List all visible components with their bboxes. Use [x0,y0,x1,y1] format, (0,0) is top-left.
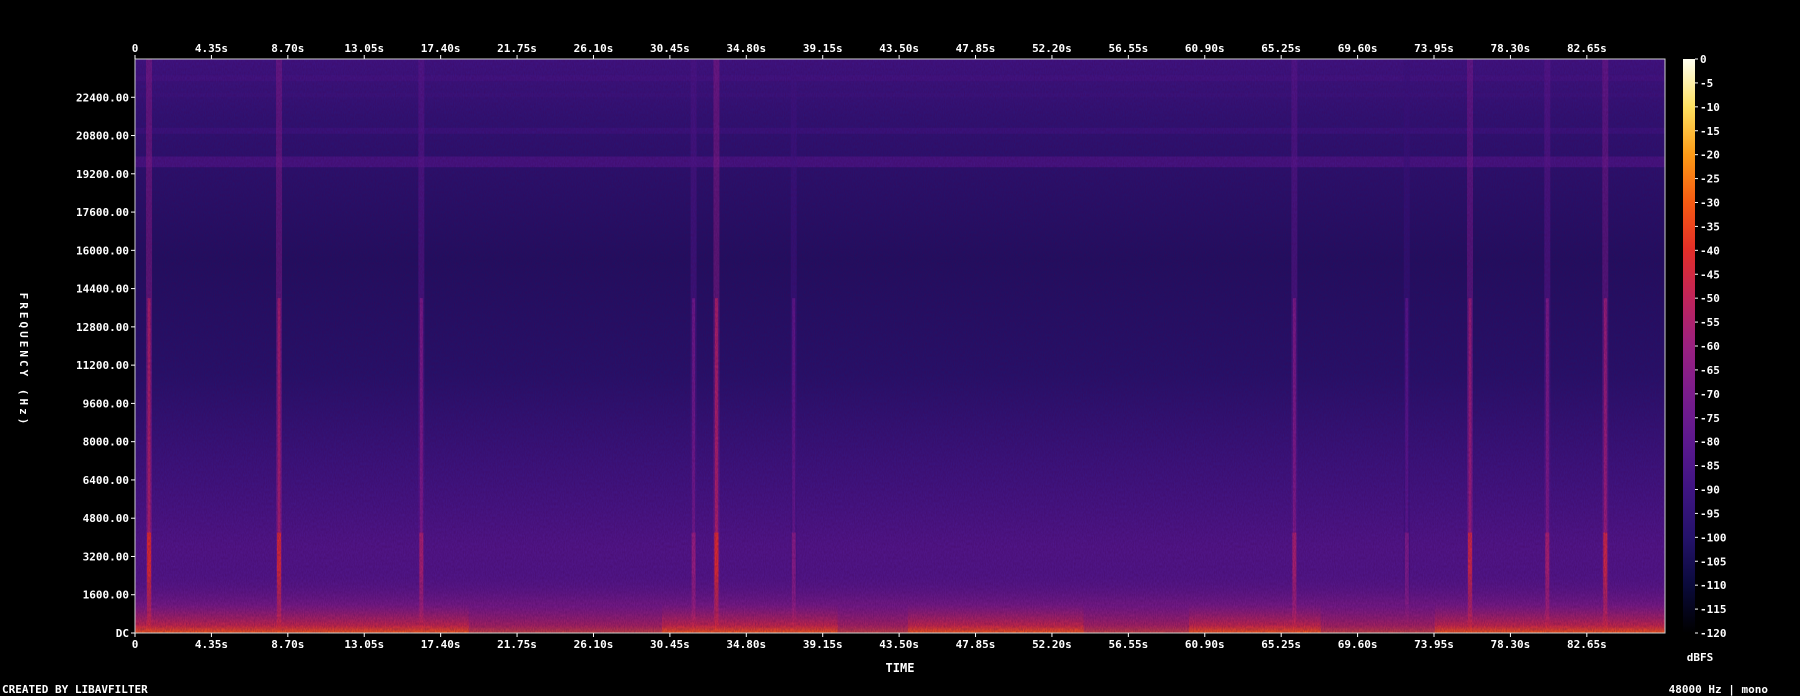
x-tick-label-bottom: 82.65s [1567,638,1607,651]
y-tick-label: 6400.00 [83,474,129,487]
y-tick-label: 1600.00 [83,589,129,602]
colorbar-tick-label: -70 [1700,388,1720,401]
colorbar-tick-label: -75 [1700,412,1720,425]
x-tick-label-top: 21.75s [497,42,537,55]
colorbar-tick-label: -120 [1700,627,1727,640]
x-tick-label-bottom: 17.40s [421,638,461,651]
x-tick-label-bottom: 4.35s [195,638,228,651]
x-tick-label-bottom: 56.55s [1108,638,1148,651]
y-tick-label: 9600.00 [83,397,129,410]
colorbar-tick-label: -110 [1700,579,1727,592]
x-tick-label-top: 56.55s [1108,42,1148,55]
x-tick-label-top: 30.45s [650,42,690,55]
x-tick-label-top: 4.35s [195,42,228,55]
y-tick-label: 17600.00 [76,206,129,219]
y-tick-label: 14400.00 [76,283,129,296]
x-tick-label-top: 52.20s [1032,42,1072,55]
x-tick-label-top: 34.80s [726,42,766,55]
x-tick-label-bottom: 60.90s [1185,638,1225,651]
x-tick-label-bottom: 39.15s [803,638,843,651]
colorbar-tick-label: -80 [1700,436,1720,449]
colorbar-tick-label: -105 [1700,555,1727,568]
colorbar-tick-label: -60 [1700,340,1720,353]
y-tick-label: 19200.00 [76,168,129,181]
x-tick-label-top: 78.30s [1491,42,1531,55]
x-tick-label-top: 0 [132,42,139,55]
colorbar-tick-label: -65 [1700,364,1720,377]
colorbar [1683,59,1695,633]
x-tick-label-bottom: 8.70s [271,638,304,651]
colorbar-tick-label: -10 [1700,101,1720,114]
colorbar-tick-label: -30 [1700,197,1720,210]
x-tick-label-top: 65.25s [1261,42,1301,55]
x-tick-label-bottom: 65.25s [1261,638,1301,651]
y-tick-label: DC [116,627,129,640]
colorbar-tick-label: -55 [1700,316,1720,329]
x-tick-label-top: 60.90s [1185,42,1225,55]
y-tick-label: 12800.00 [76,321,129,334]
x-tick-label-top: 39.15s [803,42,843,55]
colorbar-tick-label: -25 [1700,173,1720,186]
colorbar-tick-label: -5 [1700,77,1713,90]
footer-credit: CREATED BY LIBAVFILTER [2,683,148,696]
y-tick-label: 20800.00 [76,130,129,143]
x-axis-bottom: 0 4.35s 8.70s 13.05s 17.40s 21.75s 26.10s 30.45… [132,633,1607,651]
x-tick-label-top: 47.85s [956,42,996,55]
colorbar-label: dBFS [1687,651,1714,664]
x-tick-label-bottom: 52.20s [1032,638,1072,651]
footer-sample-info: 48000 Hz | mono [1669,683,1769,696]
colorbar-tick-label: -50 [1700,292,1720,305]
spectrogram-plot-area [135,59,1665,633]
y-tick-label: 22400.00 [76,91,129,104]
colorbar-tick-label: 0 [1700,53,1707,66]
x-tick-label-bottom: 34.80s [726,638,766,651]
x-tick-label-bottom: 0 [132,638,139,651]
colorbar-tick-label: -100 [1700,531,1727,544]
x-tick-label-top: 26.10s [574,42,614,55]
x-tick-label-top: 13.05s [344,42,384,55]
spectrogram-grain [135,59,1665,633]
x-tick-label-top: 73.95s [1414,42,1454,55]
y-tick-label: 11200.00 [76,359,129,372]
x-tick-label-bottom: 78.30s [1491,638,1531,651]
x-tick-label-bottom: 69.60s [1338,638,1378,651]
x-tick-label-top: 43.50s [879,42,919,55]
colorbar-tick-label: -40 [1700,244,1720,257]
x-tick-label-top: 82.65s [1567,42,1607,55]
colorbar-tick-label: -35 [1700,220,1720,233]
colorbar-tick-label: -115 [1700,603,1727,616]
y-tick-label: 4800.00 [83,512,129,525]
colorbar-ticks: 0 -5 -10 -15 -20 -25 -30 -35 -40 -45 -50 -55 -60 -65 -… [1695,53,1727,640]
colorbar-tick-label: -20 [1700,149,1720,162]
colorbar-tick-label: -45 [1700,268,1720,281]
y-axis-label: FREQUENCY (Hz) [17,293,30,428]
x-tick-label-top: 17.40s [421,42,461,55]
x-tick-label-bottom: 30.45s [650,638,690,651]
colorbar-tick-label: -90 [1700,484,1720,497]
y-tick-label: 3200.00 [83,550,129,563]
x-tick-label-bottom: 21.75s [497,638,537,651]
x-tick-label-bottom: 26.10s [574,638,614,651]
y-axis: DC 1600.00 3200.00 4800.00 6400.00 8000.00 960… [76,91,135,640]
spectrogram-chart: 0 4.35s 8.70s 13.05s 17.40s 21.75s 26.10s 30.45… [2,42,1769,696]
x-tick-label-bottom: 43.50s [879,638,919,651]
colorbar-tick-label: -15 [1700,125,1720,138]
x-axis-label: TIME [886,661,915,675]
y-tick-label: 16000.00 [76,244,129,257]
x-tick-label-top: 8.70s [271,42,304,55]
x-tick-label-bottom: 13.05s [344,638,384,651]
x-axis-top: 0 4.35s 8.70s 13.05s 17.40s 21.75s 26.10s 30.45… [132,42,1607,59]
colorbar-tick-label: -95 [1700,507,1720,520]
colorbar-tick-label: -85 [1700,460,1720,473]
x-tick-label-top: 69.60s [1338,42,1378,55]
x-tick-label-bottom: 73.95s [1414,638,1454,651]
x-tick-label-bottom: 47.85s [956,638,996,651]
y-tick-label: 8000.00 [83,436,129,449]
